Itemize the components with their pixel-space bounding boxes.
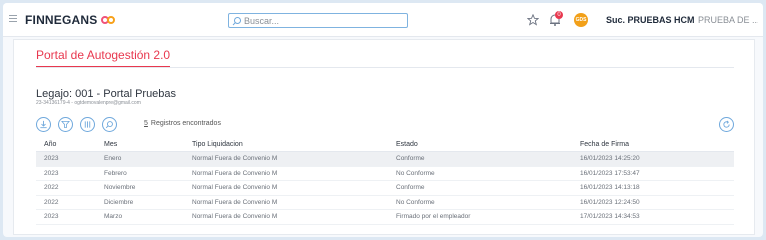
cell-status: No Conforme (396, 198, 435, 206)
brand-name: FINNEGANS (25, 13, 98, 27)
cell-liquidation-type: Normal Fuera de Convenio M (192, 155, 278, 163)
cell-liquidation-type: Normal Fuera de Convenio M (192, 213, 278, 221)
cell-year: 2023 (44, 213, 59, 221)
brand-logo[interactable]: FINNEGANS (25, 13, 117, 27)
cell-liquidation-type: Normal Fuera de Convenio M (192, 198, 278, 206)
cell-month: Enero (104, 155, 122, 163)
columns-icon (84, 121, 91, 128)
download-button[interactable] (36, 117, 51, 132)
filter-button[interactable] (58, 117, 73, 132)
search-input[interactable] (242, 15, 402, 26)
menu-icon[interactable] (9, 15, 17, 22)
refresh-icon (723, 120, 730, 128)
brand-mark-icon (101, 15, 117, 25)
cell-year: 2022 (44, 184, 59, 192)
header-year[interactable]: Año (36, 141, 96, 148)
filter-icon (61, 120, 70, 129)
table-row[interactable]: 2023 Enero Normal Fuera de Convenio M Co… (36, 152, 734, 167)
star-icon[interactable] (527, 14, 539, 26)
legajo-title: Legajo: 001 - Portal Pruebas (36, 88, 177, 100)
tab-portal[interactable]: Portal de Autogestión 2.0 (36, 48, 171, 68)
app-window: FINNEGANS 0 GDS Suc. PRUEBAS HCM PRUEBA … (3, 3, 763, 237)
cell-month: Febrero (104, 169, 127, 177)
company-selector[interactable]: PRUEBA DE ... (698, 15, 758, 25)
records-found: 5 Registros encontrados (144, 120, 221, 127)
legajo-subtitle: 23-34136179-4 - ogtdemovalenpre@gmail.co… (36, 100, 141, 106)
cell-status: Conforme (396, 155, 425, 163)
cell-signature-date: 16/01/2023 14:25:20 (580, 155, 640, 163)
header-status[interactable]: Estado (388, 141, 572, 148)
avatar[interactable]: GDS (574, 13, 588, 27)
branch-selector[interactable]: Suc. PRUEBAS HCM (606, 15, 695, 25)
content-card: Portal de Autogestión 2.0 Legajo: 001 - … (13, 39, 755, 235)
cell-year: 2023 (44, 155, 59, 163)
cell-year: 2022 (44, 198, 59, 206)
table-row[interactable]: 2022 Noviembre Normal Fuera de Convenio … (36, 181, 734, 196)
download-icon (40, 120, 47, 129)
columns-button[interactable] (80, 117, 95, 132)
tab-divider (36, 67, 734, 68)
cell-status: Firmado por el empleador (396, 213, 471, 221)
records-label: Registros encontrados (150, 120, 221, 127)
cell-month: Noviembre (104, 184, 136, 192)
cell-year: 2023 (44, 169, 59, 177)
table-header: Año Mes Tipo Liquidacion Estado Fecha de… (36, 138, 734, 152)
top-bar: FINNEGANS 0 GDS Suc. PRUEBAS HCM PRUEBA … (3, 3, 763, 37)
receipts-table: Año Mes Tipo Liquidacion Estado Fecha de… (36, 138, 734, 225)
cell-status: No Conforme (396, 169, 435, 177)
table-row[interactable]: 2023 Marzo Normal Fuera de Convenio M Fi… (36, 210, 734, 225)
refresh-button[interactable] (719, 117, 734, 132)
header-signature-date[interactable]: Fecha de Firma (572, 141, 734, 148)
records-count: 5 (144, 120, 148, 127)
cell-signature-date: 17/01/2023 14:34:53 (580, 213, 640, 221)
cell-month: Marzo (104, 213, 123, 221)
cell-month: Diciembre (104, 198, 134, 206)
cell-liquidation-type: Normal Fuera de Convenio M (192, 184, 278, 192)
cell-signature-date: 16/01/2023 12:24:50 (580, 198, 640, 206)
cell-status: Conforme (396, 184, 425, 192)
search-box[interactable] (228, 13, 408, 28)
search-icon (105, 121, 113, 129)
notification-badge: 0 (555, 11, 563, 19)
header-liquidation-type[interactable]: Tipo Liquidacion (184, 141, 388, 148)
table-row[interactable]: 2023 Febrero Normal Fuera de Convenio M … (36, 167, 734, 181)
cell-signature-date: 16/01/2023 17:53:47 (580, 169, 640, 177)
table-row[interactable]: 2022 Diciembre Normal Fuera de Convenio … (36, 196, 734, 210)
search-icon (232, 16, 241, 25)
cell-liquidation-type: Normal Fuera de Convenio M (192, 169, 278, 177)
cell-signature-date: 16/01/2023 14:13:18 (580, 184, 640, 192)
header-month[interactable]: Mes (96, 141, 184, 148)
table-search-button[interactable] (102, 117, 117, 132)
